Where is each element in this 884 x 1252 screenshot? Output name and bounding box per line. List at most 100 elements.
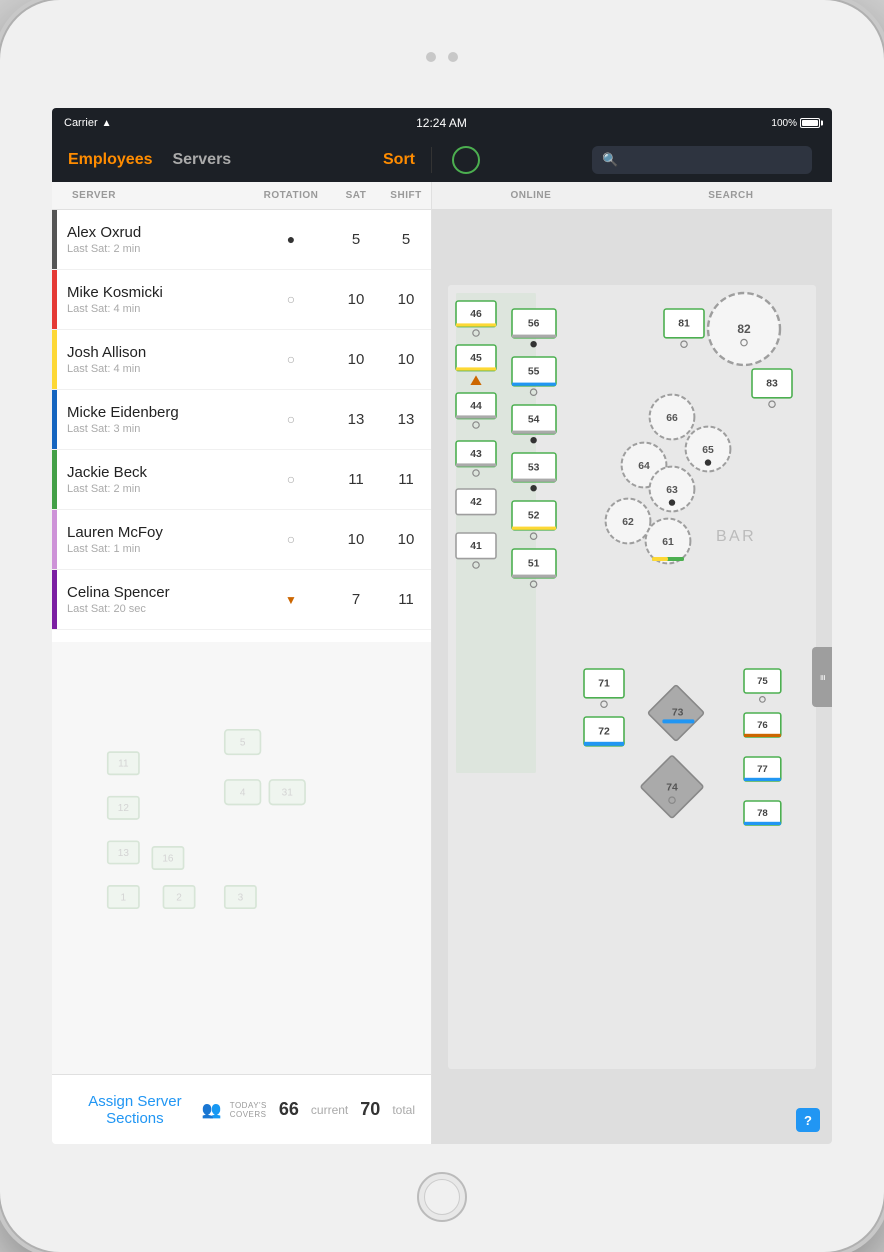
svg-text:12: 12 [118,803,130,814]
employee-name-1: Mike Kosmicki [67,284,251,301]
search-bar[interactable]: 🔍 [592,146,812,174]
shift-val-2: 10 [381,351,431,368]
table-row[interactable]: Alex Oxrud Last Sat: 2 min ● 5 5 [52,210,431,270]
svg-text:16: 16 [162,853,174,864]
table-row[interactable]: Celina Spencer Last Sat: 20 sec ▼ 7 11 [52,570,431,630]
bottom-bar: Assign Server Sections 👥 TODAY'SCOVERS 6… [52,1074,431,1144]
employee-lastsat-3: Last Sat: 3 min [67,423,251,435]
svg-text:13: 13 [118,848,130,859]
employee-info-4: Jackie Beck Last Sat: 2 min [57,464,251,495]
table-row[interactable]: Lauren McFoy Last Sat: 1 min ○ 10 10 [52,510,431,570]
left-panel: SERVER ROTATION SAT SHIFT Alex Oxrud Las… [52,182,432,1144]
svg-text:46: 46 [470,309,482,320]
employee-name-2: Josh Allison [67,344,251,361]
col-header-rotation: ROTATION [251,190,331,201]
svg-text:44: 44 [470,401,482,412]
svg-text:3: 3 [238,892,244,903]
shift-val-4: 11 [381,471,431,488]
rotation-val-0: ● [251,231,331,249]
svg-text:43: 43 [470,449,482,460]
time-label: 12:24 AM [416,116,467,130]
total-count: 70 [360,1099,380,1120]
home-button[interactable] [417,1172,467,1222]
right-panel: ONLINE SEARCH [432,182,832,1144]
column-headers-right: ONLINE SEARCH [432,182,832,210]
employee-lastsat-1: Last Sat: 4 min [67,303,251,315]
svg-text:11: 11 [118,759,129,770]
battery-percentage: 100% [771,118,797,129]
shift-val-0: 5 [381,231,431,248]
svg-text:64: 64 [638,461,650,472]
svg-text:76: 76 [757,720,768,731]
sat-val-1: 10 [331,291,381,308]
assign-section: Assign Server Sections [68,1093,202,1127]
employee-name-0: Alex Oxrud [67,224,251,241]
current-count: 66 [279,1099,299,1120]
svg-text:72: 72 [598,727,610,738]
employee-lastsat-0: Last Sat: 2 min [67,243,251,255]
device-screen: Carrier ▲ 12:24 AM 100% Employees Server… [52,108,832,1144]
rotation-val-5: ○ [251,531,331,549]
sort-button[interactable]: Sort [383,151,415,169]
rotation-val-1: ○ [251,291,331,309]
camera-area [426,52,458,62]
table-row[interactable]: Josh Allison Last Sat: 4 min ○ 10 10 [52,330,431,390]
svg-text:45: 45 [470,353,482,364]
employee-list: Alex Oxrud Last Sat: 2 min ● 5 5 Mik [52,210,431,642]
employee-info-2: Josh Allison Last Sat: 4 min [57,344,251,375]
battery-icon [800,118,820,128]
employee-name-3: Micke Eidenberg [67,404,251,421]
faded-map-area: 5 4 11 12 13 16 1 2 [52,642,431,1074]
table-row[interactable]: Mike Kosmicki Last Sat: 4 min ○ 10 10 [52,270,431,330]
camera-dot [426,52,436,62]
table-row[interactable]: Micke Eidenberg Last Sat: 3 min ○ 13 13 [52,390,431,450]
sat-val-6: 7 [331,591,381,608]
empty-circle-icon: ○ [287,471,295,487]
shift-val-1: 10 [381,291,431,308]
current-label: current [311,1103,348,1117]
svg-text:74: 74 [666,783,678,794]
sat-val-5: 10 [331,531,381,548]
svg-text:77: 77 [757,764,768,775]
svg-text:81: 81 [678,319,690,330]
rotation-val-2: ○ [251,351,331,369]
col-header-server: SERVER [52,190,251,201]
filled-circle-icon: ● [287,231,295,247]
svg-text:82: 82 [737,322,751,336]
covers-section: 👥 TODAY'SCOVERS 66 current 70 total [202,1099,415,1120]
empty-circle-icon: ○ [287,531,295,547]
svg-text:52: 52 [528,511,540,522]
covers-label: TODAY'SCOVERS [230,1101,267,1119]
col-header-shift: SHIFT [381,190,431,201]
tab-employees[interactable]: Employees [68,147,152,173]
sat-val-2: 10 [331,351,381,368]
svg-text:54: 54 [528,415,540,426]
svg-text:61: 61 [662,537,674,548]
svg-text:62: 62 [622,517,634,528]
rotation-val-3: ○ [251,411,331,429]
table-row[interactable]: Jackie Beck Last Sat: 2 min ○ 11 11 [52,450,431,510]
device: Carrier ▲ 12:24 AM 100% Employees Server… [0,0,884,1252]
tab-servers[interactable]: Servers [172,147,231,173]
svg-text:56: 56 [528,319,540,330]
svg-text:53: 53 [528,463,540,474]
col-header-search: SEARCH [708,190,753,201]
column-headers: SERVER ROTATION SAT SHIFT [52,182,431,210]
shift-val-5: 10 [381,531,431,548]
svg-text:5: 5 [240,737,246,748]
map-area: 46 45 [432,210,832,1144]
svg-text:71: 71 [598,679,610,690]
settings-tab[interactable]: ≡ [812,647,832,707]
carrier-label: Carrier [64,117,98,129]
battery-info: 100% [771,118,820,129]
employee-info-0: Alex Oxrud Last Sat: 2 min [57,224,251,255]
rotation-val-4: ○ [251,471,331,489]
svg-text:73: 73 [672,707,684,718]
svg-text:42: 42 [470,497,482,508]
employee-info-5: Lauren McFoy Last Sat: 1 min [57,524,251,555]
assign-server-sections-button[interactable]: Assign Server Sections [68,1093,202,1127]
help-button[interactable]: ? [796,1108,820,1132]
employee-name-4: Jackie Beck [67,464,251,481]
settings-icon: ≡ [817,674,828,680]
rotation-val-6: ▼ [251,591,331,609]
